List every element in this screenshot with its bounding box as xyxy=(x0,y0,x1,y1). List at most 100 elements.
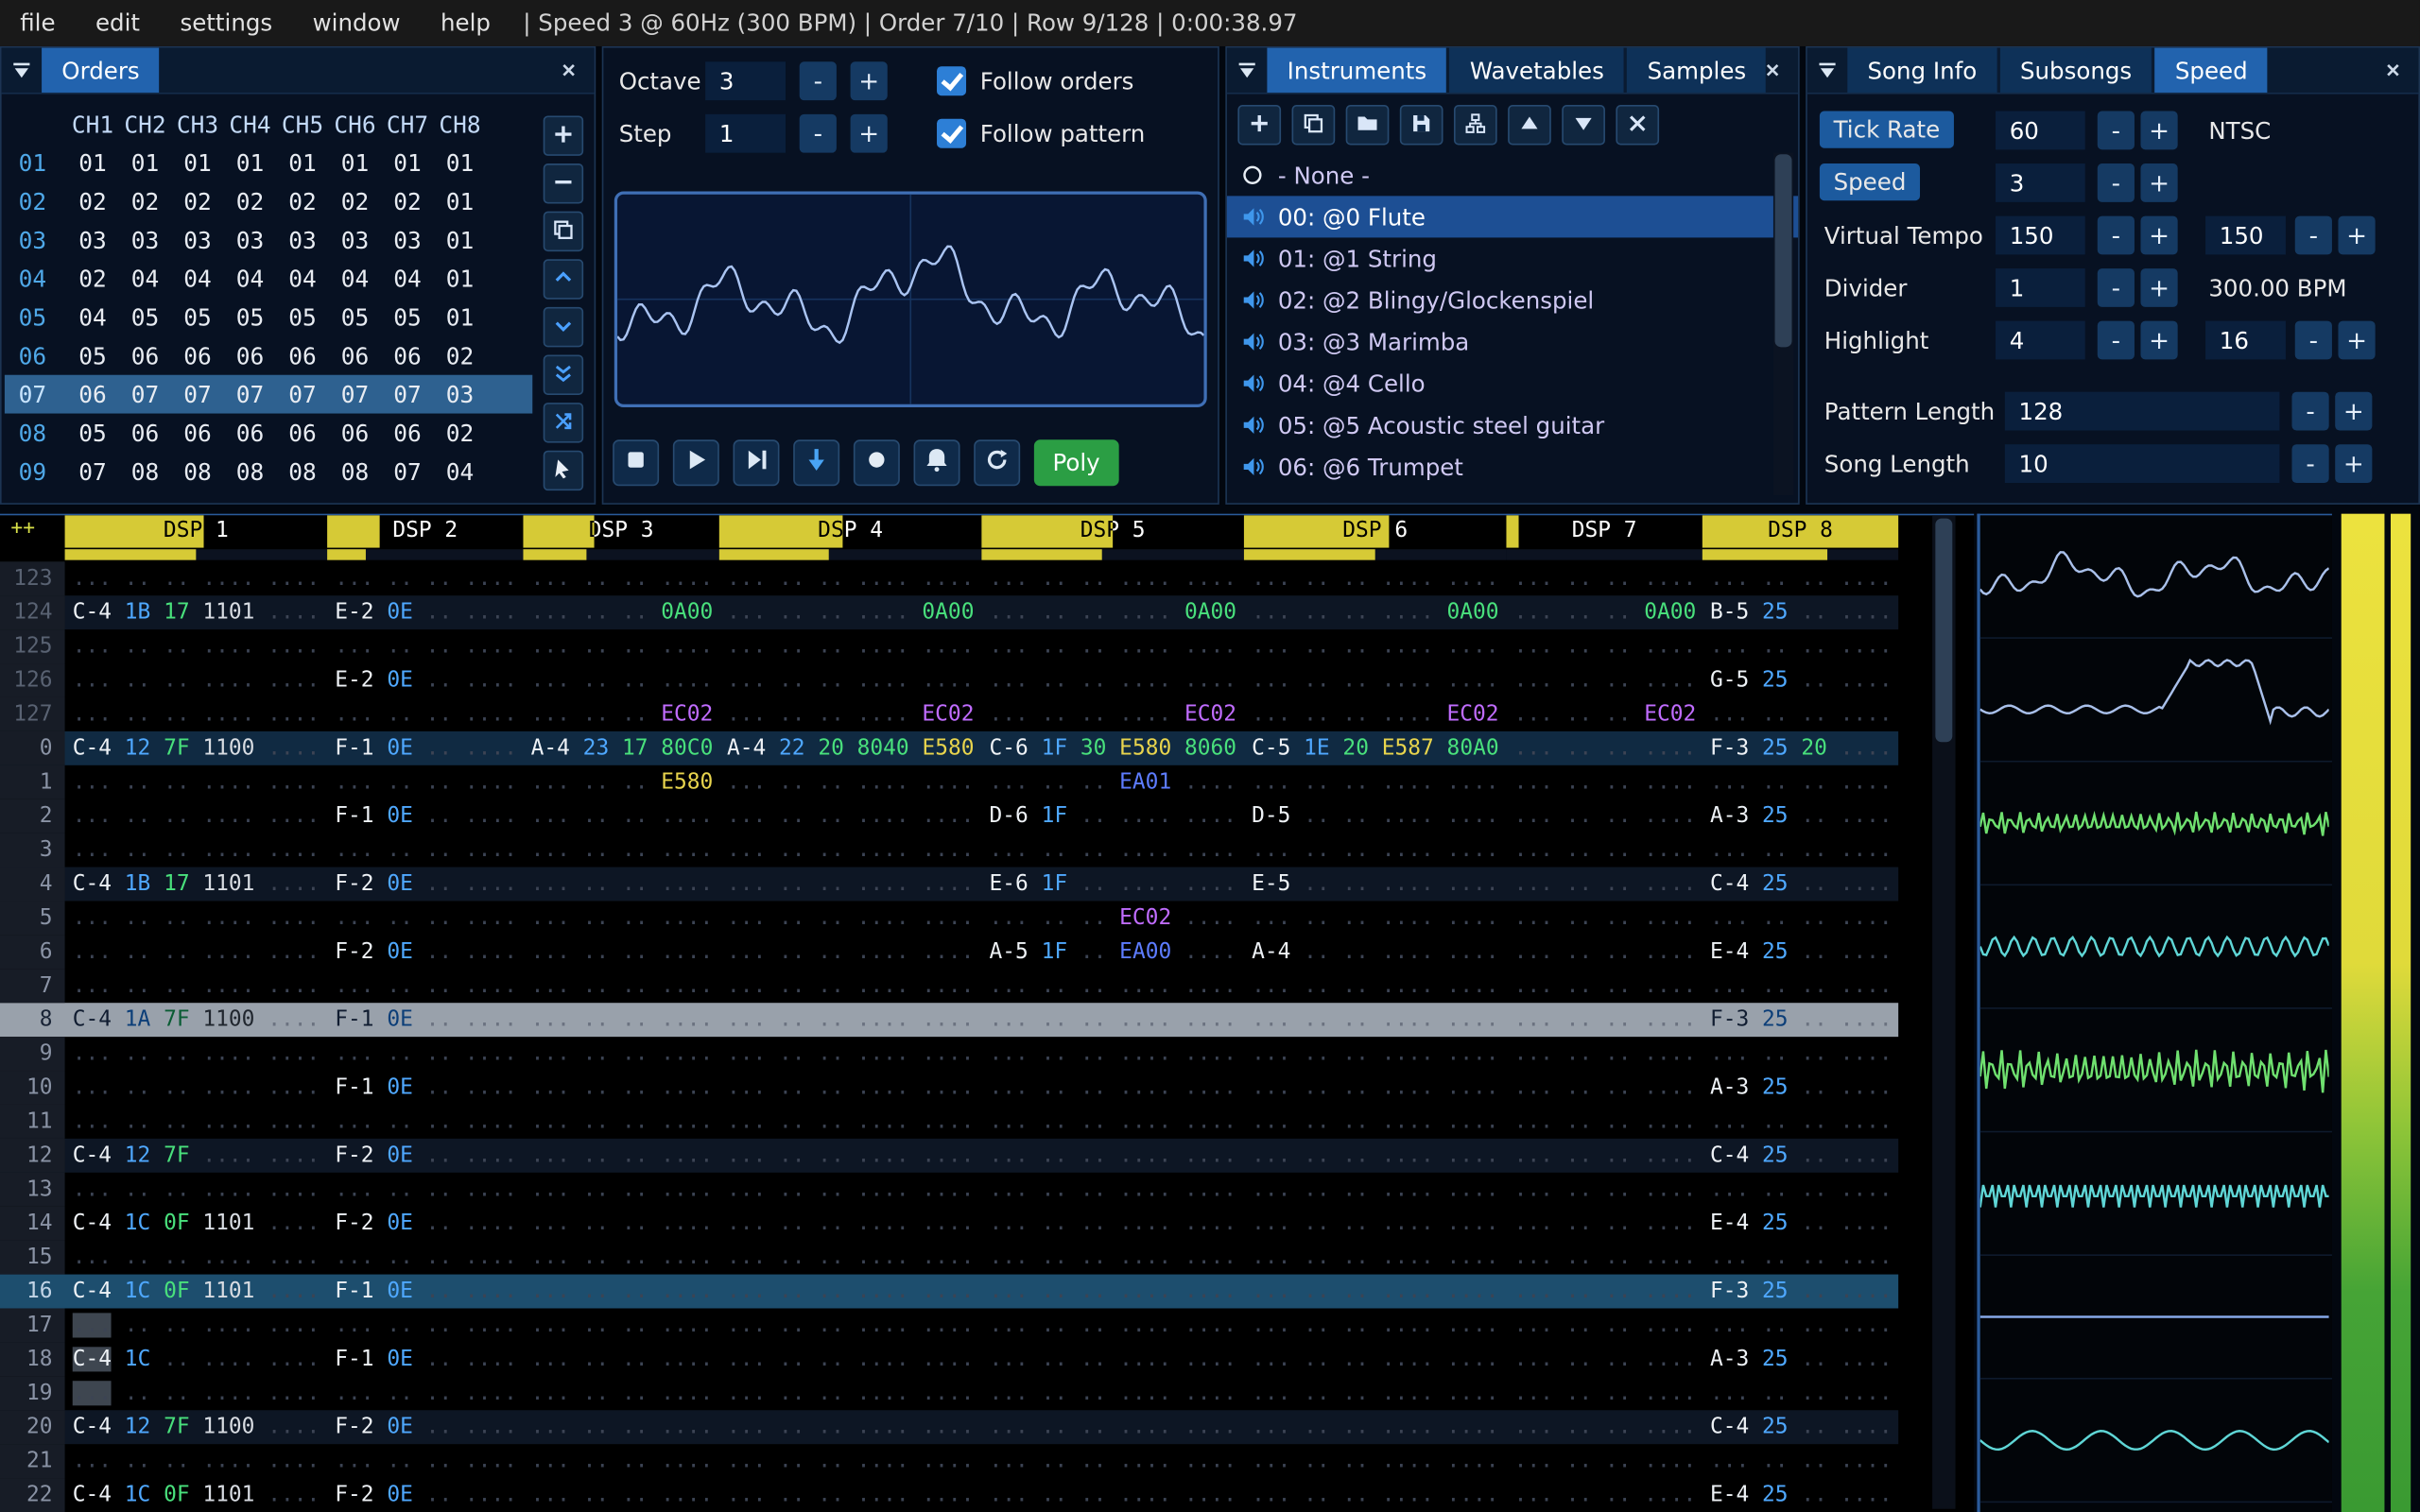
pattern-cell[interactable]: ... .. .. .... xyxy=(1703,1105,1898,1139)
pattern-cell[interactable]: ... .. .. .... .... xyxy=(1244,969,1507,1003)
order-cell[interactable]: 02 xyxy=(66,265,119,292)
channel-header-2[interactable]: DSP 2DSP 2 xyxy=(327,515,524,562)
instrument-move-down-button[interactable] xyxy=(1562,105,1605,146)
order-cell[interactable]: 05 xyxy=(66,342,119,369)
tick-rate-button[interactable]: Tick Rate xyxy=(1819,111,1954,148)
follow-orders-checkbox[interactable] xyxy=(937,66,967,96)
virtual-tempo-num-decrease-button[interactable]: - xyxy=(2097,215,2135,255)
pattern-cell[interactable]: ... .. .. .... xyxy=(1506,731,1702,765)
pattern-cell[interactable]: ... .. .. .... .... xyxy=(719,1342,982,1376)
pattern-cell[interactable]: B-5 25 .. .... xyxy=(1703,595,1898,629)
swap-orders-button[interactable] xyxy=(543,403,584,443)
order-cell[interactable]: 06 xyxy=(276,419,329,446)
pattern-cell[interactable]: ... .. .. .... xyxy=(523,1173,718,1207)
pattern-cell[interactable]: ... .. .. .... .... xyxy=(719,935,982,969)
pattern-cell[interactable]: ... .. .. EA01 .... xyxy=(981,765,1244,799)
order-cell[interactable]: 02 xyxy=(171,187,224,215)
highlight-first-input[interactable]: 4 xyxy=(1996,320,2085,360)
pattern-length-increase-button[interactable]: + xyxy=(2335,391,2373,431)
pattern-cell[interactable]: A-4 22 20 8040 E580 xyxy=(719,731,982,765)
pattern-row[interactable]: 13... .. .. .... ....... .. .. ....... .… xyxy=(0,1172,1898,1207)
order-cell[interactable]: 05 xyxy=(276,303,329,331)
pattern-cell[interactable]: ... .. .. .... xyxy=(1506,1071,1702,1105)
pattern-cell[interactable]: ... .. .. .... xyxy=(523,1444,718,1478)
add-order-button[interactable] xyxy=(543,115,584,156)
pattern-cell[interactable]: ... .. .. .... xyxy=(1703,561,1898,595)
pattern-cell[interactable]: ... .. .. .... xyxy=(523,1376,718,1410)
pattern-row[interactable]: 17... .. .. .... ....... .. .. ....... .… xyxy=(0,1308,1898,1343)
pattern-cell[interactable]: F-1 0E .. .... xyxy=(327,1342,523,1376)
poly-button[interactable]: Poly xyxy=(1033,439,1119,487)
menu-help[interactable]: help xyxy=(421,0,510,46)
order-cell[interactable]: 02 xyxy=(381,187,434,215)
pattern-cell[interactable]: ... .. .. .... xyxy=(1703,629,1898,663)
pattern-cell[interactable]: ... .. .. .... xyxy=(1703,697,1898,731)
order-row[interactable]: 07 06 07 07 07 07 07 07 03 xyxy=(4,374,533,414)
pattern-expand-button[interactable]: ++ xyxy=(0,515,65,561)
pattern-row[interactable]: 12 C-4 12 7F .... .... F-2 0E .. ....... .… xyxy=(0,1138,1899,1173)
pattern-length-input[interactable]: 128 xyxy=(2004,391,2280,431)
pattern-row[interactable]: 3... .. .. .... ....... .. .. ....... ..… xyxy=(0,833,1898,868)
menu-window[interactable]: window xyxy=(292,0,420,46)
pattern-cell[interactable]: ... .. .. .... xyxy=(327,969,523,1003)
pattern-cell[interactable]: ... .. .. .... xyxy=(1506,969,1702,1003)
channel-header-4[interactable]: DSP 4DSP 4 xyxy=(718,515,982,562)
tab-samples[interactable]: Samples xyxy=(1627,47,1767,93)
move-order-down-button[interactable] xyxy=(543,306,584,348)
pattern-cell[interactable]: ... .. .. .... .... xyxy=(981,1071,1244,1105)
order-cell[interactable]: 03 xyxy=(66,226,119,253)
pattern-cell[interactable]: ... .. .. .... .... xyxy=(981,1105,1244,1139)
pattern-row[interactable]: 126... .. .. .... .... E-2 0E .. ....... … xyxy=(0,663,1898,697)
order-cell[interactable]: 04 xyxy=(171,265,224,292)
pattern-cell[interactable]: ... .. .. EC02 .... xyxy=(981,901,1244,935)
pattern-cell[interactable]: ... .. .. .... EC02 xyxy=(1244,697,1507,731)
step-one-row-button[interactable] xyxy=(793,439,840,487)
channel-header-3[interactable]: DSP 3DSP 3 xyxy=(523,515,719,562)
pattern-cell[interactable]: ... .. .. .... .... xyxy=(719,1410,982,1444)
speed-button[interactable]: Speed xyxy=(1819,163,1921,201)
order-row[interactable]: 03 03 03 03 03 03 03 03 01 xyxy=(5,220,532,259)
order-cell[interactable]: 03 xyxy=(276,226,329,253)
order-cell[interactable]: 06 xyxy=(329,342,382,369)
order-cell[interactable]: 04 xyxy=(434,457,487,485)
move-order-up-button[interactable] xyxy=(543,259,584,300)
pattern-cell[interactable]: ... .. .. .... .... xyxy=(719,868,982,902)
order-cell[interactable]: 01 xyxy=(434,265,487,292)
octave-decrease-button[interactable]: - xyxy=(799,61,837,101)
order-cell[interactable]: 06 xyxy=(276,342,329,369)
song-length-decrease-button[interactable]: - xyxy=(2291,444,2329,484)
pattern-cell[interactable]: ... .. .. .... .... xyxy=(1244,1376,1507,1410)
divider-increase-button[interactable]: + xyxy=(2140,268,2178,307)
pattern-cell[interactable]: ... .. .. .... .... xyxy=(1244,1241,1507,1275)
pattern-cell[interactable]: F-1 0E .. .... xyxy=(327,1275,523,1309)
octave-increase-button[interactable]: + xyxy=(850,61,888,101)
pattern-cell[interactable]: ... .. .. .... xyxy=(1506,1478,1702,1512)
pattern-cell[interactable]: ... .. .. .... xyxy=(1506,663,1702,697)
pattern-cell[interactable]: ... .. .. .... .... xyxy=(981,1342,1244,1376)
pattern-cell[interactable]: ... .. .. .... .... xyxy=(65,765,328,799)
pattern-cell[interactable]: ... .. .. .... .... xyxy=(719,799,982,833)
pattern-cell[interactable]: ... .. .. .... .... xyxy=(981,1241,1244,1275)
order-row[interactable]: 05 04 05 05 05 05 05 05 01 xyxy=(5,298,532,336)
pattern-cell[interactable]: ... .. .. .... .... xyxy=(981,1207,1244,1241)
order-cell[interactable]: 05 xyxy=(381,303,434,331)
pattern-cell[interactable]: ... .. .. .... .... xyxy=(719,1037,982,1071)
pattern-cell[interactable]: ... .. .. .... .... xyxy=(65,833,328,868)
pattern-cell[interactable]: ... .. .. .... .... xyxy=(1244,833,1507,868)
pattern-row[interactable]: 5... .. .. .... ....... .. .. ....... ..… xyxy=(0,901,1898,936)
pattern-cell[interactable]: ... .. .. .... xyxy=(523,1478,718,1512)
pattern-row[interactable]: 4 C-4 1B 17 1101 .... F-2 0E .. ....... ..… xyxy=(0,867,1899,902)
pattern-cell[interactable]: ... .. .. .... xyxy=(523,799,718,833)
order-cell[interactable]: 01 xyxy=(171,149,224,177)
instrument-list-item[interactable]: 02: @2 Blingy/Glockenspiel xyxy=(1227,280,1798,321)
order-cell[interactable]: 04 xyxy=(119,265,172,292)
pattern-cell[interactable]: C-5 1E 20 E587 80A0 xyxy=(1244,731,1507,765)
pattern-cell[interactable]: ... .. .. .... .... xyxy=(719,833,982,868)
pattern-cell[interactable]: ... .. .. .... xyxy=(1703,1444,1898,1478)
order-cell[interactable]: 01 xyxy=(329,149,382,177)
pattern-cell[interactable]: ... .. .. .... .... xyxy=(719,1478,982,1512)
order-cell[interactable]: 06 xyxy=(224,342,277,369)
order-cell[interactable]: 02 xyxy=(224,187,277,215)
pattern-cell[interactable]: ... .. .. .... .... xyxy=(981,663,1244,697)
pattern-cell[interactable]: ... .. .. .... xyxy=(327,561,523,595)
